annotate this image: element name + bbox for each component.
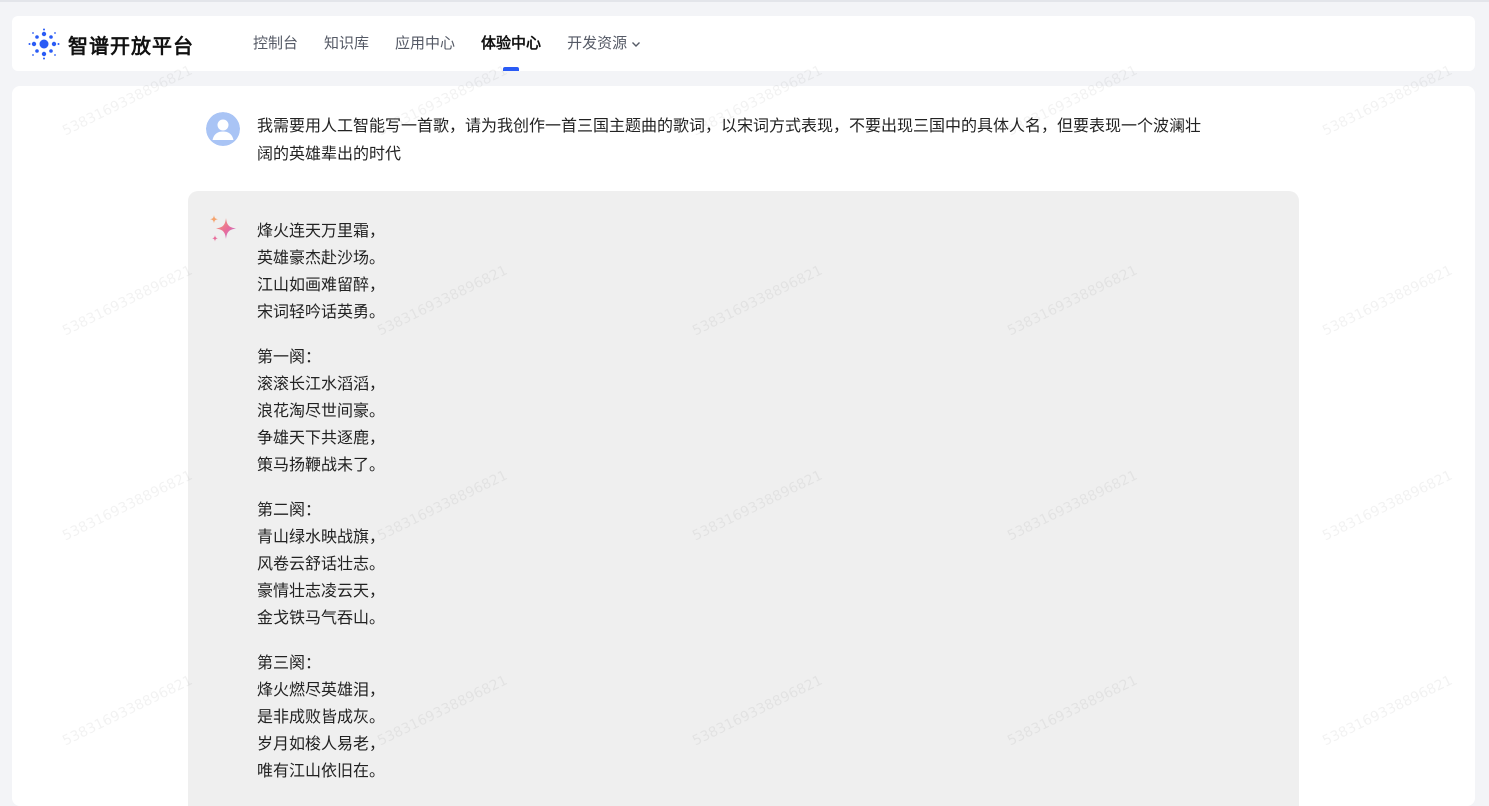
poem-line: 第三阕：: [257, 653, 322, 672]
poem-line: 英雄豪杰赴沙场。: [257, 248, 386, 267]
top-border: [0, 0, 1489, 2]
chevron-down-icon: [632, 41, 641, 47]
nav-experience-center[interactable]: 体验中心: [481, 16, 541, 71]
poem-line: 金戈铁马气吞山。: [257, 608, 386, 627]
ai-response-poem: 烽火连天万里霜， 英雄豪杰赴沙场。 江山如画难留醉， 宋词轻吟话英勇。 第一阕：…: [257, 217, 385, 802]
nav-knowledge-base-label: 知识库: [324, 34, 370, 52]
poem-line: 第二阕：: [257, 500, 322, 519]
poem-line: 烽火连天万里霜，: [257, 221, 386, 240]
nav-knowledge-base[interactable]: 知识库: [324, 16, 369, 71]
top-navbar: 智谱开放平台 控制台 知识库 应用中心 体验中心 开发资源: [12, 16, 1475, 71]
poem-line: 烽火燃尽英雄泪，: [257, 680, 386, 699]
main-nav: 控制台 知识库 应用中心 体验中心 开发资源: [253, 16, 667, 71]
poem-stanza: 第三阕： 烽火燃尽英雄泪， 是非成败皆成灰。 岁月如梭人易老， 唯有江山依旧在。: [257, 649, 385, 784]
sparkle-icon: [210, 215, 236, 242]
nav-console-label: 控制台: [253, 34, 299, 52]
nav-dev-resources[interactable]: 开发资源: [567, 16, 641, 71]
zhipu-logo-icon: [28, 28, 60, 60]
nav-dev-resources-label: 开发资源: [567, 34, 628, 52]
poem-stanza: 烽火连天万里霜， 英雄豪杰赴沙场。 江山如画难留醉， 宋词轻吟话英勇。: [257, 217, 385, 325]
nav-app-center[interactable]: 应用中心: [395, 16, 455, 71]
poem-line: 岁月如梭人易老，: [257, 734, 386, 753]
nav-experience-center-label: 体验中心: [481, 34, 542, 52]
poem-line: 宋词轻吟话英勇。: [257, 302, 386, 321]
poem-line: 风卷云舒话壮志。: [257, 554, 386, 573]
poem-stanza: 第二阕： 青山绿水映战旗， 风卷云舒话壮志。 豪情壮志凌云天， 金戈铁马气吞山。: [257, 496, 385, 631]
user-message: 我需要用人工智能写一首歌，请为我创作一首三国主题曲的歌词，以宋词方式表现，不要出…: [206, 112, 1207, 168]
user-message-text: 我需要用人工智能写一首歌，请为我创作一首三国主题曲的歌词，以宋词方式表现，不要出…: [257, 116, 1202, 163]
nav-app-center-label: 应用中心: [395, 34, 456, 52]
poem-line: 滚滚长江水滔滔，: [257, 374, 386, 393]
poem-line: 浪花淘尽世间豪。: [257, 401, 386, 420]
poem-stanza: 第一阕： 滚滚长江水滔滔， 浪花淘尽世间豪。 争雄天下共逐鹿， 策马扬鞭战未了。: [257, 343, 385, 478]
ai-response: 烽火连天万里霜， 英雄豪杰赴沙场。 江山如画难留醉， 宋词轻吟话英勇。 第一阕：…: [188, 191, 1299, 806]
nav-console[interactable]: 控制台: [253, 16, 298, 71]
poem-line: 争雄天下共逐鹿，: [257, 428, 386, 447]
poem-line: 是非成败皆成灰。: [257, 707, 386, 726]
brand-name: 智谱开放平台: [68, 33, 194, 58]
chat-area: 我需要用人工智能写一首歌，请为我创作一首三国主题曲的歌词，以宋词方式表现，不要出…: [12, 86, 1475, 806]
poem-line: 豪情壮志凌云天，: [257, 581, 386, 600]
brand-logo[interactable]: 智谱开放平台: [28, 28, 194, 60]
poem-line: 青山绿水映战旗，: [257, 527, 386, 546]
poem-line: 第一阕：: [257, 347, 322, 366]
user-avatar-icon: [206, 112, 240, 146]
poem-line: 江山如画难留醉，: [257, 275, 386, 294]
poem-line: 唯有江山依旧在。: [257, 761, 386, 780]
poem-line: 策马扬鞭战未了。: [257, 455, 386, 474]
